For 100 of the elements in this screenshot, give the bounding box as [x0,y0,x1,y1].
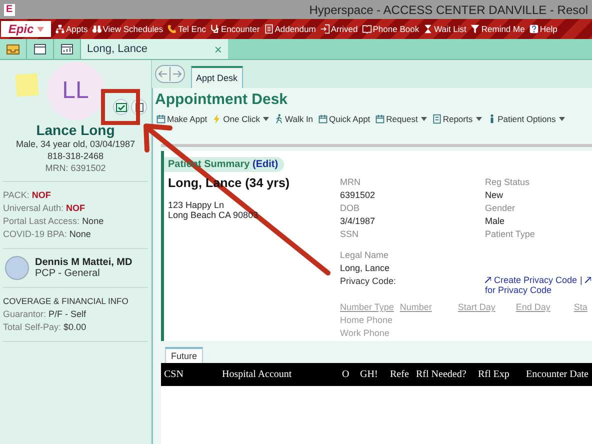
walking-person-icon [274,114,284,124]
field-label: Patient Type [485,228,536,241]
help-icon [528,24,539,34]
toolbar-button[interactable]: Wait List [421,24,468,34]
back-forward-icon[interactable] [155,65,185,83]
avatar: LL [46,62,104,120]
phone-type: Home Phone [340,314,394,327]
activity-tab[interactable]: Appt Desk [191,66,243,88]
toolbar-button[interactable]: Addendum [262,24,318,34]
field-label: Legal Name [340,249,390,262]
check-card-icon [116,102,126,112]
link-arrow-icon [485,277,491,283]
flag-label: Universal Auth: [3,203,64,213]
toolbar-button[interactable]: Arrived [318,24,360,34]
document-icon [264,24,274,34]
phone-type: Work Phone [340,327,390,340]
coverage-value: P/F - Self [48,309,86,319]
toolbar-button[interactable]: Encounter [208,24,262,34]
link-separator: | [580,275,582,285]
flag-label: Portal Last Access: [3,216,80,226]
address-line: 123 Happy Ln [168,200,224,210]
field-label: Gender [485,202,516,215]
column-header[interactable]: GH! [360,369,390,380]
schedule-tab[interactable] [54,39,81,59]
patient-tab-label: Long, Lance [87,43,148,55]
provider-role: PCP - General [35,268,101,279]
calendar-icon [33,43,47,55]
column-header[interactable]: Rfl Exp [478,369,526,380]
field-label: DOB [340,202,361,215]
edit-link[interactable]: (Edit) [252,159,278,170]
action-button[interactable]: One Click [212,114,270,124]
flag-label: COVID-19 BPA: [3,229,67,239]
action-button[interactable]: Quick Appt [318,114,370,124]
caret-icon [36,26,44,32]
patient-detail: 818-318-2468 [46,150,105,162]
calendar-icon [156,114,166,124]
toolbar-button[interactable]: Tel Enc [165,24,208,34]
lightning-icon [212,114,222,124]
caret-icon [263,117,270,121]
column-header[interactable]: Rfl Needed? [416,369,478,380]
patient-name: Lance Long [35,122,116,138]
column-header[interactable]: Refe [390,369,416,380]
provider-name: Dennis M Mattei, MD [35,257,132,268]
calendar-icon [60,43,74,55]
calendar-icon [318,114,328,124]
column-header[interactable]: O [342,369,360,380]
caret-icon [476,117,482,121]
calendar-tab[interactable] [27,39,54,59]
action-button[interactable]: Request [375,114,427,124]
action-button[interactable]: Make Appt [156,114,208,124]
action-button[interactable]: Patient Options [486,114,565,124]
calendar-icon [375,114,386,124]
org-chart-icon [55,24,65,34]
coverage-label: Total Self-Pay: [3,322,62,332]
book-icon [362,24,372,34]
epic-menu-button[interactable]: Epic [1,21,51,37]
funnel-icon [470,24,480,34]
patient-detail: Male, 34 year old, 03/04/1987 [14,138,136,150]
field-value: Male [485,215,506,228]
patient-detail: MRN: 6391502 [44,162,107,174]
field-value: 3/4/1987 [340,215,376,228]
column-header[interactable]: Hospital Account [222,369,342,380]
field-label: SSN [340,228,360,241]
column-header[interactable]: CSN [164,369,222,380]
phone-icon [167,24,178,34]
patient-tab[interactable]: Long, Lance × [81,39,228,59]
inbox-tab[interactable] [0,39,27,59]
toolbar-button[interactable]: Remind Me [468,24,527,34]
column-header[interactable]: Encounter Date [526,369,592,380]
caret-icon [558,117,565,121]
flag-value: None [69,229,91,239]
highlight-box [101,89,140,125]
toolbar-button[interactable]: Help [526,24,560,34]
flag-label: PACK: [3,190,30,200]
toolbar-button[interactable]: Phone Book [360,24,422,34]
flag-value: NOF [66,203,86,213]
report-icon [432,114,442,124]
action-button[interactable]: Walk In [274,114,314,124]
field-value: Long, Lance [340,262,391,275]
toolbar-button[interactable]: View Schedules [90,24,166,34]
hourglass-icon [423,24,434,34]
flag-value: NOF [32,190,51,200]
coverage-label: Guarantor: [3,309,46,319]
coverage-value: $0.00 [64,322,86,332]
privacy-code-link[interactable]: for Privacy Code [485,285,552,295]
field-label: Privacy Code: [340,275,398,288]
check-button[interactable] [113,99,129,115]
stethoscope-icon [210,24,220,34]
tray-icon [6,43,20,55]
document-icon [134,102,144,112]
link-arrow-icon [585,277,592,283]
action-button[interactable]: Reports [432,114,482,124]
future-tab[interactable]: Future [165,347,204,363]
create-privacy-code-link[interactable]: Create Privacy Code [494,275,578,285]
toolbar-button[interactable]: Appts [53,24,90,34]
field-value: New [485,189,504,202]
field-label: MRN [340,176,362,189]
window-title: Hyperspace - ACCESS CENTER DANVILLE - Resol [309,2,588,16]
enter-icon [320,24,330,34]
binoculars-icon [92,24,102,34]
